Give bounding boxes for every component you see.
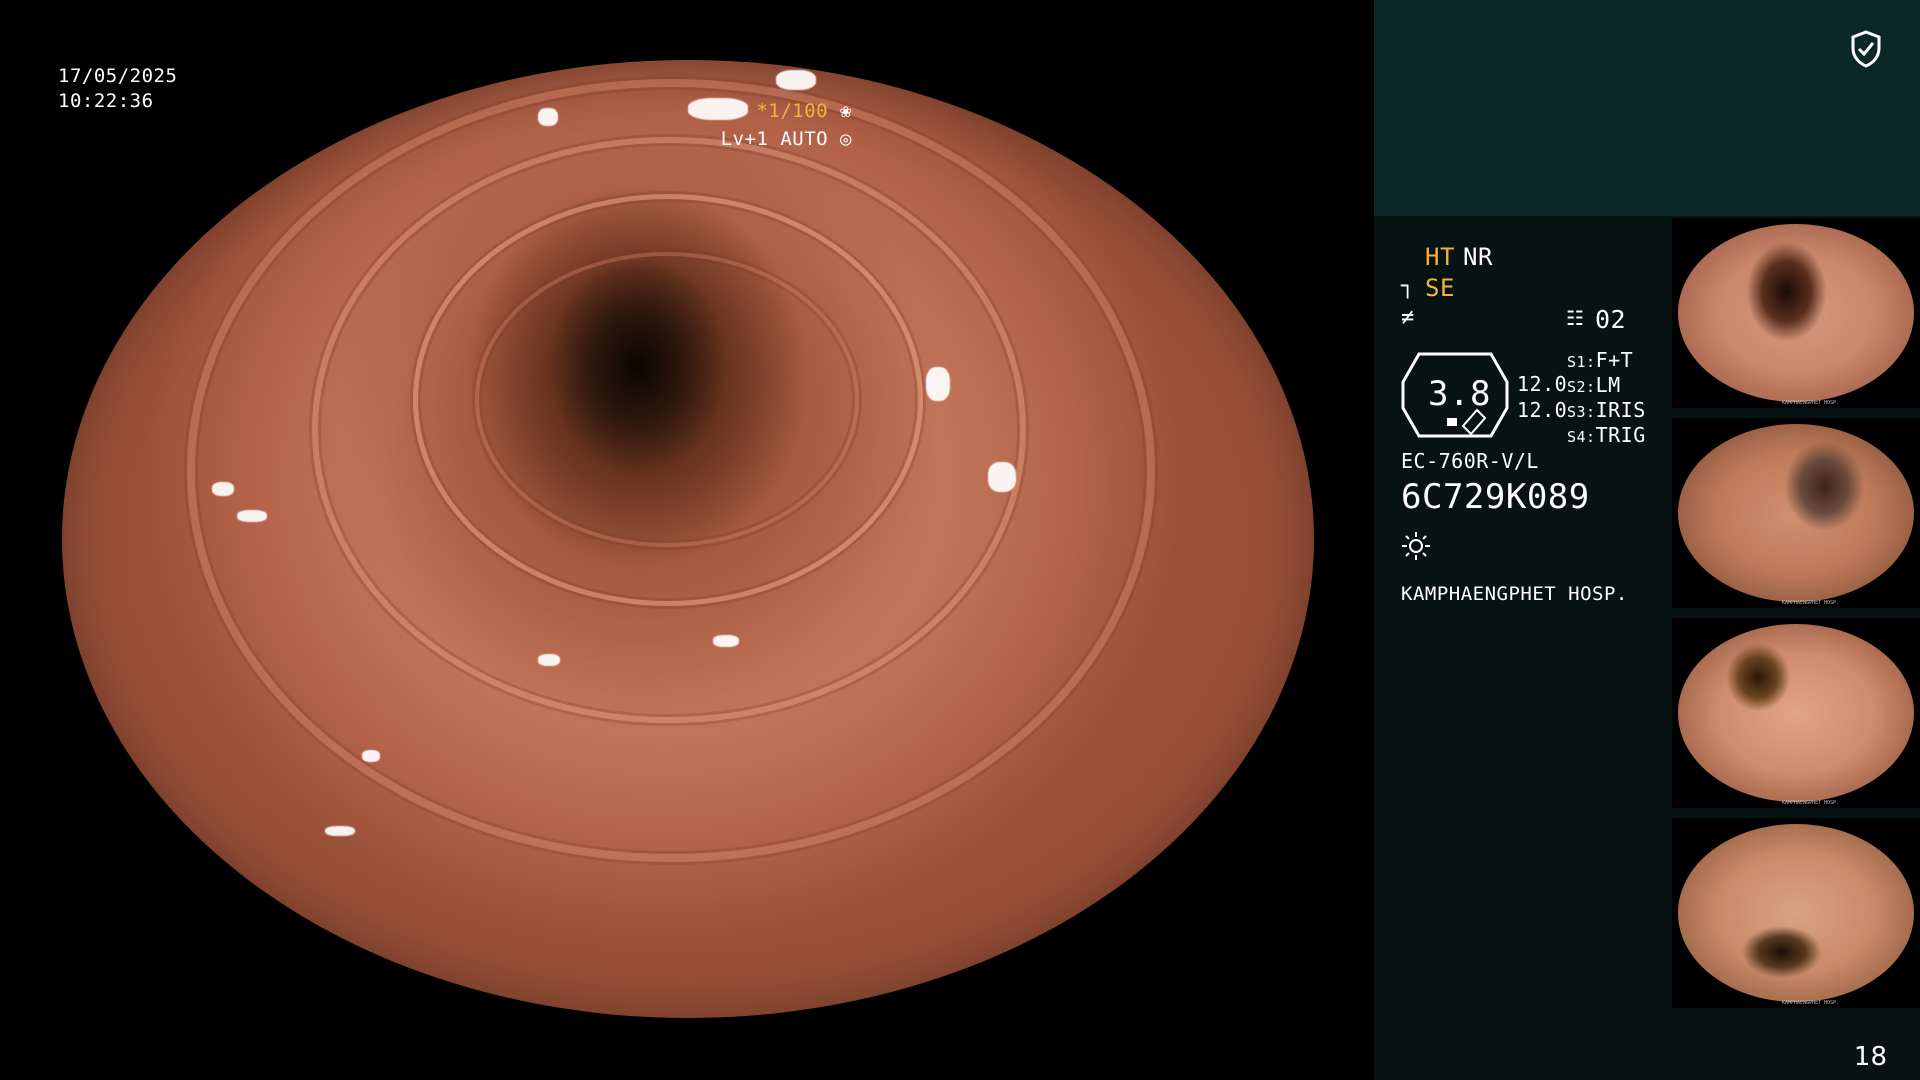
switch-s4-label: S4: — [1567, 428, 1596, 446]
specular-highlight — [324, 826, 355, 837]
pressure-value-1: 12.0 — [1517, 372, 1568, 396]
switch-s4-value: TRIG — [1595, 423, 1646, 447]
specular-highlight — [212, 481, 235, 496]
switch-s3: S3:IRIS — [1567, 398, 1646, 422]
specular-highlight — [775, 69, 816, 90]
exposure-level-value: Lv+1 AUTO — [720, 128, 829, 150]
thumbnail[interactable]: KAMPHAENGPHET HOSP. — [1672, 418, 1920, 608]
specular-highlight — [537, 107, 558, 126]
hospital-name: KAMPHAENGPHET HOSP. — [1401, 583, 1628, 605]
pressure-value-2: 12.0 — [1517, 398, 1568, 422]
gauge-value: 3.8 — [1428, 374, 1491, 414]
exam-time: 10:22:36 — [58, 90, 154, 112]
se-indicator: SE — [1425, 274, 1455, 302]
switch-s1: S1:F+T — [1567, 348, 1633, 372]
thumbnail-image — [1678, 424, 1914, 602]
specular-highlight — [688, 98, 748, 121]
specular-highlight — [362, 749, 381, 762]
memory-icon: ☷ — [1566, 306, 1585, 330]
page-number: 18 — [1853, 1042, 1887, 1072]
exam-date: 17/05/2025 — [58, 65, 178, 87]
switch-s4: S4:TRIG — [1567, 423, 1646, 447]
nr-indicator: NR — [1463, 243, 1493, 271]
shield-check-icon — [1851, 30, 1881, 68]
panel-header — [1374, 0, 1920, 216]
memory-count: 02 — [1595, 305, 1627, 334]
specular-highlight — [237, 510, 268, 523]
scope-serial: 6C729K089 — [1401, 477, 1590, 517]
switch-s3-value: IRIS — [1595, 398, 1646, 422]
shutter-speed-value: *1/100 — [756, 100, 829, 122]
shutter-speed: *1/100 ❀ — [756, 99, 852, 123]
endoscopy-screen: 17/05/2025 10:22:36 *1/100 ❀ Lv+1 AUTO ◎… — [0, 0, 1920, 1080]
captured-images-list: KAMPHAENGPHET HOSP. KAMPHAENGPHET HOSP. … — [1672, 216, 1920, 1016]
scope-icon: ┐ — [1401, 274, 1415, 299]
switch-s2-value: LM — [1595, 373, 1621, 397]
specular-highlight — [274, 979, 305, 990]
specular-highlight — [537, 653, 560, 666]
specular-highlight — [713, 634, 740, 647]
switch-s1-label: S1: — [1567, 353, 1596, 371]
endoscope-live-view: 17/05/2025 10:22:36 *1/100 ❀ Lv+1 AUTO ◎ — [0, 0, 1374, 1080]
thumbnail[interactable]: KAMPHAENGPHET HOSP. — [1672, 818, 1920, 1008]
switch-s2: S2:LM — [1567, 373, 1621, 397]
mucosal-fold — [475, 251, 859, 547]
thumbnail-caption: KAMPHAENGPHET HOSP. — [1782, 800, 1840, 806]
switch-s2-label: S2: — [1567, 378, 1596, 396]
light-icon — [1402, 532, 1430, 560]
switch-s3-label: S3: — [1567, 403, 1596, 421]
thumbnail-image — [1678, 224, 1914, 402]
thumbnail[interactable]: KAMPHAENGPHET HOSP. — [1672, 618, 1920, 808]
specular-highlight — [412, 979, 435, 990]
iris-icon: ◎ — [840, 128, 852, 150]
thumbnail-caption: KAMPHAENGPHET HOSP. — [1782, 600, 1840, 606]
thumbnail[interactable]: KAMPHAENGPHET HOSP. — [1672, 218, 1920, 408]
freeze-icon: ≠ — [1401, 305, 1415, 330]
thumbnail-caption: KAMPHAENGPHET HOSP. — [1782, 400, 1840, 406]
exposure-level: Lv+1 AUTO ◎ — [721, 127, 852, 151]
shutter-icon: ❀ — [840, 100, 852, 122]
thumbnail-image — [1678, 824, 1914, 1002]
specular-highlight — [925, 366, 950, 401]
scope-model: EC-760R-V/L — [1401, 449, 1539, 473]
endoscope-image — [62, 60, 1314, 1018]
thumbnail-caption: KAMPHAENGPHET HOSP. — [1782, 1000, 1840, 1006]
specular-highlight — [187, 117, 222, 134]
specular-highlight — [988, 462, 1017, 493]
ht-indicator: HT — [1425, 243, 1455, 271]
switch-s1-value: F+T — [1595, 348, 1634, 372]
thumbnail-image — [1678, 624, 1914, 802]
